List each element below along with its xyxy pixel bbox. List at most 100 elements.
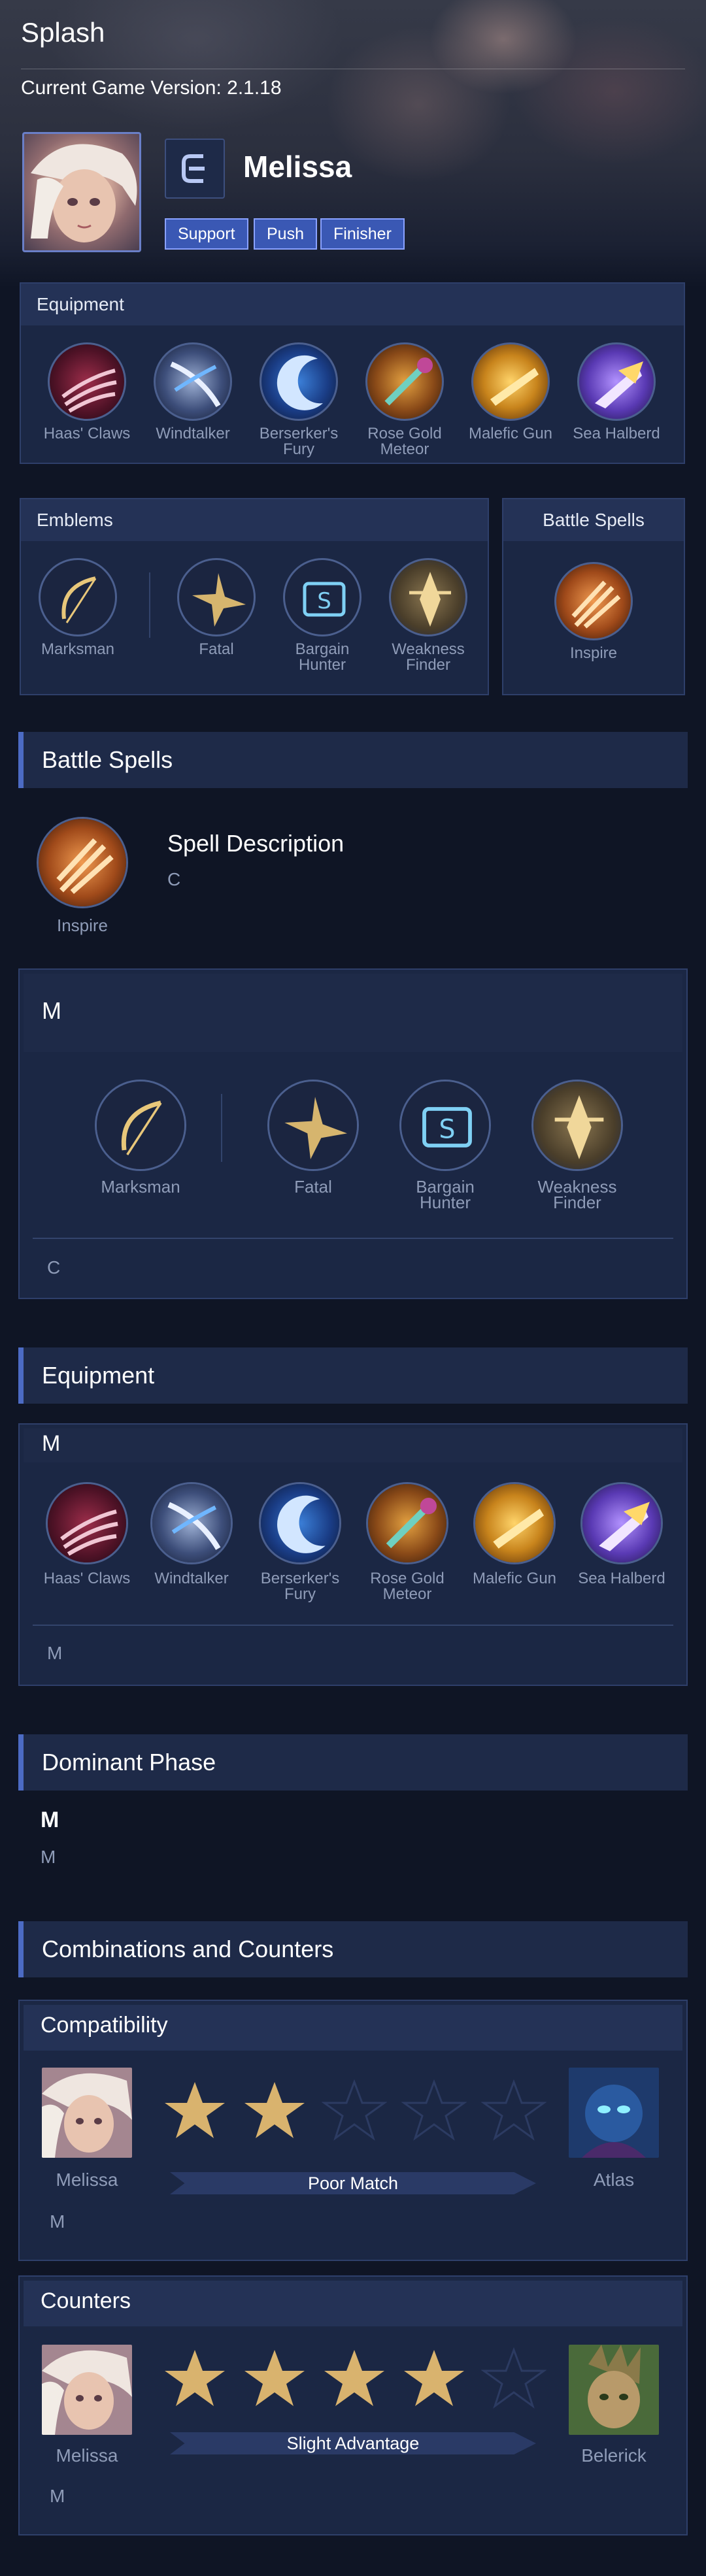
equipment-section-panel: M Haas' Claws Windtalker Berserker's Fur…: [18, 1423, 688, 1686]
belerick-avatar[interactable]: [569, 2345, 659, 2435]
battle-spells-panel: Battle Spells Inspire: [502, 498, 685, 695]
compatibility-hero-left: Melissa: [56, 2170, 118, 2190]
emblem-item[interactable]: S Bargain Hunter: [273, 558, 371, 673]
marksman-role-icon: [165, 139, 225, 199]
compatibility-label: Poor Match: [170, 2172, 536, 2194]
equipment-item[interactable]: Malefic Gun: [462, 342, 560, 442]
spell-label: Inspire: [56, 916, 109, 935]
item-label: Bargain Hunter: [416, 1177, 475, 1212]
emblem-item[interactable]: Marksman: [85, 1080, 196, 1195]
atlas-avatar[interactable]: [569, 2068, 659, 2158]
item-label: Fatal: [294, 1177, 332, 1197]
star-filled-icon: [242, 2078, 307, 2143]
counters-label: Slight Advantage: [170, 2432, 536, 2454]
windtalker-icon: [150, 1482, 233, 1564]
equipment-item[interactable]: Haas' Claws: [38, 1482, 136, 1587]
compatibility-hero-right: Atlas: [593, 2170, 635, 2190]
dominant-phase-heading: Dominant Phase: [18, 1734, 688, 1791]
compatibility-note: M: [50, 2211, 65, 2232]
equipment-section-divider: [33, 1625, 673, 1626]
marksman-emblem-icon: [39, 558, 117, 636]
emblem-divider: [221, 1094, 222, 1162]
item-label: Berserker's Fury: [260, 1570, 340, 1603]
bargain-hunter-talent-icon: S: [283, 558, 361, 636]
star-filled-icon: [162, 2346, 227, 2411]
equipment-item[interactable]: Windtalker: [144, 342, 242, 442]
star-filled-icon: [162, 2078, 227, 2143]
hero-name: Melissa: [243, 150, 352, 184]
emblem-item[interactable]: Fatal: [167, 558, 265, 657]
equipment-section-subheader: [24, 1428, 682, 1462]
tag-support[interactable]: Support: [165, 218, 248, 250]
equipment-item[interactable]: Rose Gold Meteor: [356, 342, 454, 457]
counters-hero-right: Belerick: [581, 2445, 647, 2466]
equipment-panel-title: Equipment: [21, 284, 684, 325]
item-label: Rose Gold Meteor: [367, 425, 442, 458]
tag-finisher[interactable]: Finisher: [320, 218, 405, 250]
marksman-emblem-icon: [95, 1080, 186, 1171]
equipment-item[interactable]: Windtalker: [143, 1482, 241, 1587]
spell-description-title: Spell Description: [167, 830, 345, 857]
malefic-gun-icon: [473, 1482, 556, 1564]
emblem-item[interactable]: Weakness Finder: [379, 558, 477, 673]
item-label: Sea Halberd: [573, 425, 660, 442]
rose-gold-meteor-icon: [366, 1482, 448, 1564]
equipment-item[interactable]: Berserker's Fury: [251, 1482, 349, 1602]
melissa-portrait-icon: [31, 144, 137, 242]
counters-note: M: [50, 2486, 65, 2506]
combinations-heading: Combinations and Counters: [18, 1921, 688, 1977]
spell-item[interactable]: Inspire: [545, 562, 643, 661]
emblem-section-note: C: [47, 1257, 61, 1278]
inspire-spell-icon: [37, 817, 128, 908]
item-label: Fatal: [199, 640, 234, 658]
item-label: Rose Gold Meteor: [370, 1570, 445, 1603]
equipment-section-subheading: M: [42, 1431, 61, 1456]
emblem-item[interactable]: S Bargain Hunter: [390, 1080, 501, 1212]
spell-item[interactable]: Inspire: [34, 817, 131, 935]
equipment-item[interactable]: Malefic Gun: [465, 1482, 563, 1587]
item-label: Malefic Gun: [468, 425, 553, 442]
melissa-avatar[interactable]: [42, 2068, 132, 2158]
emblem-item[interactable]: Marksman: [29, 558, 127, 657]
inspire-spell-icon: [554, 562, 633, 640]
star-filled-icon: [242, 2346, 307, 2411]
emblem-item[interactable]: Weakness Finder: [522, 1080, 633, 1212]
equipment-item[interactable]: Berserker's Fury: [250, 342, 348, 457]
fatal-talent-icon: [267, 1080, 359, 1171]
item-label: Marksman: [101, 1177, 180, 1197]
star-empty-icon: [480, 2346, 547, 2411]
sea-halberd-icon: [577, 342, 656, 421]
emblem-divider: [149, 572, 150, 638]
sea-halberd-icon: [580, 1482, 663, 1564]
svg-text:S: S: [439, 1114, 455, 1144]
weakness-finder-talent-icon: [531, 1080, 623, 1171]
equipment-panel: Equipment Haas' Claws Windtalker Berserk…: [20, 282, 685, 464]
equipment-section-heading: Equipment: [18, 1347, 688, 1404]
equipment-item[interactable]: Sea Halberd: [567, 342, 665, 442]
spell-description-text: C: [167, 869, 181, 889]
equipment-item[interactable]: Rose Gold Meteor: [358, 1482, 456, 1602]
battle-spells-section-heading: Battle Spells: [18, 732, 688, 788]
item-label: Weakness Finder: [392, 640, 465, 674]
rose-gold-meteor-icon: [365, 342, 444, 421]
hero-portrait: [22, 132, 141, 252]
haas-claws-icon: [48, 342, 126, 421]
page-title: Splash: [21, 17, 105, 48]
emblem-item[interactable]: Fatal: [258, 1080, 369, 1195]
tag-push[interactable]: Push: [254, 218, 317, 250]
item-label: Marksman: [41, 640, 115, 658]
fatal-talent-icon: [177, 558, 256, 636]
bargain-hunter-talent-icon: S: [399, 1080, 491, 1171]
item-label: Inspire: [569, 644, 618, 662]
equipment-item[interactable]: Haas' Claws: [38, 342, 136, 442]
star-filled-icon: [322, 2346, 387, 2411]
item-label: Sea Halberd: [578, 1570, 665, 1587]
item-label: Windtalker: [154, 1570, 229, 1587]
item-label: Bargain Hunter: [295, 640, 350, 674]
equipment-section-note: M: [47, 1643, 63, 1663]
item-label: Weakness Finder: [537, 1177, 617, 1212]
equipment-item[interactable]: Sea Halberd: [573, 1482, 671, 1587]
melissa-avatar[interactable]: [42, 2345, 132, 2435]
emblem-section-header: [24, 974, 682, 1052]
svg-text:S: S: [317, 588, 331, 614]
